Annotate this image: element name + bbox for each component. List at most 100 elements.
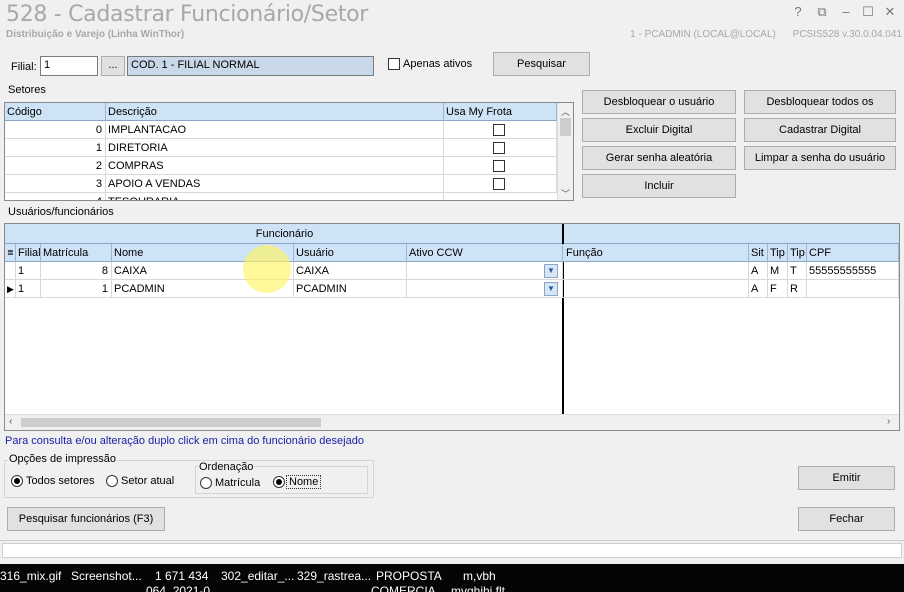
scroll-left-icon[interactable]: ‹ <box>9 416 12 427</box>
table-row[interactable]: 2 COMPRAS <box>5 157 557 175</box>
taskbar: 316_mix.gif Screenshot... 1 671 434 064_… <box>0 564 904 592</box>
minimize-icon[interactable]: – <box>836 4 856 22</box>
apenas-ativos-checkbox[interactable] <box>388 58 400 70</box>
col-codigo[interactable]: Código <box>5 103 106 121</box>
funcao-cell <box>564 262 749 280</box>
desbloquear-usuario-button[interactable]: Desbloquear o usuário <box>582 90 736 114</box>
tip2-cell: R <box>788 280 807 298</box>
apenas-ativos-label: Apenas ativos <box>403 58 473 70</box>
gerar-senha-button[interactable]: Gerar senha aleatória <box>582 146 736 170</box>
filial-input[interactable]: 1 <box>40 56 98 76</box>
usuarios-hscrollbar[interactable]: ‹ › <box>5 414 899 430</box>
ordenacao-nome-radio[interactable] <box>273 476 285 488</box>
table-row[interactable]: 0 IMPLANTACAO <box>5 121 557 139</box>
row-indicator-icon: ▶ <box>5 280 16 298</box>
ordenacao-matricula-label: Matrícula <box>215 477 261 489</box>
col-funcao[interactable]: Função <box>564 244 749 262</box>
col-usuario[interactable]: Usuário <box>294 244 407 262</box>
status-panel <box>2 543 902 558</box>
taskbar-item[interactable]: 1 671 434 <box>155 569 208 583</box>
pesquisar-button[interactable]: Pesquisar <box>493 52 590 76</box>
incluir-button[interactable]: Incluir <box>582 174 736 198</box>
taskbar-item[interactable]: 329_rastrea... <box>297 569 371 583</box>
scroll-right-icon[interactable]: › <box>887 416 890 427</box>
cpf-cell: 55555555555 <box>807 262 899 280</box>
setores-group-label: Setores <box>8 84 46 96</box>
desbloquear-todos-button[interactable]: Desbloquear todos os usuários <box>744 90 896 130</box>
cadastrar-digital-button[interactable]: Cadastrar Digital <box>744 118 896 142</box>
window-title: 528 - Cadastrar Funcionário/Setor <box>6 2 369 27</box>
usuarios-grid[interactable]: Funcionário ≣ Filial Matrícula Nome Usuá… <box>4 223 900 431</box>
fechar-button[interactable]: Fechar <box>798 507 895 531</box>
ativo-ccw-cell[interactable]: ▼ <box>407 280 563 298</box>
table-row[interactable]: 1 DIRETORIA <box>5 139 557 157</box>
col-matricula[interactable]: Matrícula <box>41 244 112 262</box>
pesquisar-funcionarios-button[interactable]: Pesquisar funcionários (F3) <box>7 507 165 531</box>
filial-lookup-button[interactable]: ... <box>101 56 125 76</box>
descricao-cell: IMPLANTACAO <box>106 121 444 139</box>
taskbar-item-sub: 064_2021-0... <box>146 584 221 592</box>
sit-cell: A <box>749 262 768 280</box>
col-tip1[interactable]: Tip <box>768 244 788 262</box>
todos-setores-label: Todos setores <box>26 475 95 487</box>
emitir-button[interactable]: Emitir <box>798 466 895 490</box>
cpf-cell <box>807 280 899 298</box>
col-ativo-ccw[interactable]: Ativo CCW <box>407 244 563 262</box>
usa-my-frota-checkbox[interactable] <box>493 178 505 190</box>
taskbar-item[interactable]: Screenshot... <box>71 569 142 583</box>
codigo-cell: 2 <box>5 157 106 175</box>
ordenacao-nome-label: Nome <box>286 475 322 489</box>
hscroll-thumb[interactable] <box>21 418 321 427</box>
close-icon[interactable]: ✕ <box>880 4 900 22</box>
taskbar-item[interactable]: PROPOSTA <box>376 569 442 583</box>
restore-icon[interactable]: ⧉ <box>812 4 832 22</box>
scroll-thumb[interactable] <box>560 118 571 136</box>
column-chooser-icon[interactable]: ≣ <box>5 244 16 262</box>
usa-my-frota-checkbox[interactable] <box>493 142 505 154</box>
taskbar-item-sub: mvghjhj.flt <box>451 584 506 592</box>
codigo-cell: 4 <box>5 193 106 200</box>
table-row[interactable]: 1 8 CAIXA CAIXA ▼ A M T 55555555555 <box>5 262 899 280</box>
dropdown-arrow-icon[interactable]: ▼ <box>544 264 558 278</box>
taskbar-item[interactable]: 316_mix.gif <box>0 569 61 583</box>
col-sit[interactable]: Sit <box>749 244 768 262</box>
tip1-cell: M <box>768 262 788 280</box>
hint-text: Para consulta e/ou alteração duplo click… <box>5 435 364 447</box>
dropdown-arrow-icon[interactable]: ▼ <box>544 282 558 296</box>
setores-grid[interactable]: Código Descrição Usa My Frota 0 IMPLANTA… <box>4 102 574 201</box>
col-cpf[interactable]: CPF <box>807 244 899 262</box>
table-row[interactable]: 3 APOIO A VENDAS <box>5 175 557 193</box>
codigo-cell: 1 <box>5 139 106 157</box>
col-tip2[interactable]: Tip <box>788 244 807 262</box>
ordenacao-matricula-radio[interactable] <box>200 477 212 489</box>
col-usa-my-frota[interactable]: Usa My Frota <box>444 103 557 121</box>
scroll-down-icon[interactable]: ﹀ <box>561 187 570 200</box>
filial-description: COD. 1 - FILIAL NORMAL <box>127 56 374 76</box>
scroll-up-icon[interactable]: ︿ <box>561 105 570 118</box>
limpar-senha-button[interactable]: Limpar a senha do usuário <box>744 146 896 170</box>
setor-atual-radio[interactable] <box>106 475 118 487</box>
table-row[interactable]: 4 TESOURARIA <box>5 193 557 200</box>
usa-my-frota-checkbox[interactable] <box>493 160 505 172</box>
usa-my-frota-checkbox[interactable] <box>493 124 505 136</box>
help-icon[interactable]: ? <box>788 4 808 22</box>
maximize-icon[interactable]: ☐ <box>858 4 878 22</box>
matricula-cell: 8 <box>41 262 112 280</box>
todos-setores-radio[interactable] <box>11 475 23 487</box>
setores-vscrollbar[interactable]: ︿ ﹀ <box>557 103 573 200</box>
version-label: PCSIS528 v.30.0.04.041 <box>792 29 902 40</box>
ativo-ccw-cell[interactable]: ▼ <box>407 262 563 280</box>
descricao-cell: DIRETORIA <box>106 139 444 157</box>
tip1-cell: F <box>768 280 788 298</box>
col-filial[interactable]: Filial <box>16 244 41 262</box>
current-user: 1 - PCADMIN (LOCAL@LOCAL) <box>630 29 776 40</box>
title-bar: 528 - Cadastrar Funcionário/Setor Distri… <box>0 0 904 42</box>
taskbar-item[interactable]: m,vbh <box>463 569 496 583</box>
excluir-digital-button[interactable]: Excluir Digital <box>582 118 736 142</box>
taskbar-item[interactable]: 302_editar_... <box>221 569 294 583</box>
table-row[interactable]: ▶ 1 1 PCADMIN PCADMIN ▼ A F R <box>5 280 899 298</box>
col-descricao[interactable]: Descrição <box>106 103 444 121</box>
funcao-cell <box>564 280 749 298</box>
usuario-cell: PCADMIN <box>294 280 407 298</box>
tip2-cell: T <box>788 262 807 280</box>
